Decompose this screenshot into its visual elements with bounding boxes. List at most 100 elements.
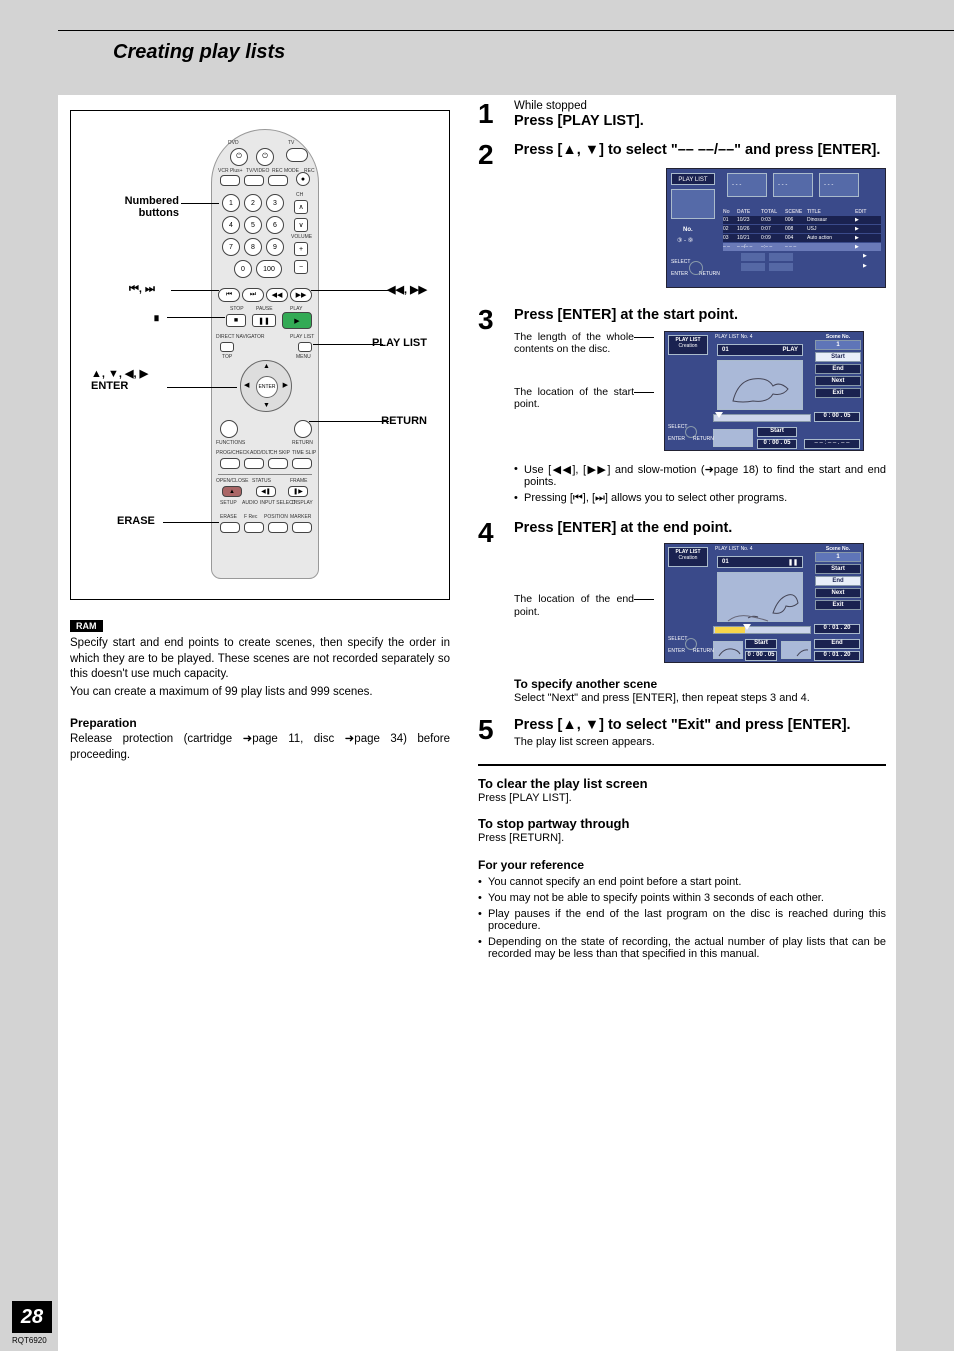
- label-tv: TV: [288, 140, 294, 146]
- ch-up: ∧: [294, 200, 308, 214]
- num-100: 100: [256, 260, 282, 278]
- label-stop: STOP: [230, 306, 244, 312]
- tvvideo-btn: [244, 175, 264, 186]
- step4-annot: The location of the end point.: [514, 593, 634, 618]
- label-frec: F Rec: [244, 514, 257, 520]
- callout-stop: ∎: [153, 311, 160, 324]
- step-4: 4 Press [ENTER] at the end point. The lo…: [478, 519, 886, 707]
- vol-down: −: [294, 260, 308, 274]
- step3-annot1: The length of the whole contents on the …: [514, 331, 634, 356]
- step-5-sub: The play list screen appears.: [514, 735, 886, 750]
- step-2: 2 Press [▲, ▼] to select "–– ––/––" and …: [478, 141, 886, 296]
- right-column: 1 While stopped Press [PLAY LIST]. 2 Pre…: [468, 95, 896, 1351]
- step-1-num: 1: [478, 100, 514, 131]
- step-3-bold: Press [ENTER] at the start point.: [514, 306, 886, 325]
- ch-down: ∨: [294, 218, 308, 232]
- callout-numbered: Numbered buttons: [109, 195, 179, 219]
- skip-prev-icon: ⏮: [218, 288, 240, 302]
- pause-btn: ❚❚: [252, 314, 276, 327]
- ref-item: Depending on the state of recording, the…: [478, 936, 886, 960]
- callout-playlist: PLAY LIST: [372, 337, 427, 349]
- step4-sub-heading: To specify another scene: [514, 677, 886, 691]
- label-pl: PLAY LIST: [290, 334, 314, 340]
- num-2: 2: [244, 194, 262, 212]
- ff-icon: ▶▶: [290, 288, 312, 302]
- play-btn: ▶: [282, 312, 312, 329]
- step-5-num: 5: [478, 716, 514, 750]
- osd1-row: 0210/260:07008USJ▶: [723, 225, 881, 233]
- recmode-btn: [268, 175, 288, 186]
- label-pos: POSITION: [264, 514, 288, 520]
- osd-step4: PLAY LIST Creation PLAY LIST No. 4 01 ❚❚: [664, 543, 864, 663]
- step3-notes: Use [◀◀], [▶▶] and slow-motion (➜page 18…: [514, 463, 886, 505]
- osd3-right-panel: Scene No. 1 Start End Next Exit: [815, 334, 861, 400]
- skip-next-icon: ⏭: [242, 288, 264, 302]
- timeslip-btn: [292, 458, 312, 469]
- marker-btn: [292, 522, 312, 533]
- osd1-circled: ③ - ⑨: [677, 237, 693, 244]
- frec-btn: [244, 522, 264, 533]
- num-5: 5: [244, 216, 262, 234]
- functions-btn: [220, 420, 238, 438]
- erase-btn: [220, 522, 240, 533]
- osd1-no: No.: [683, 227, 693, 233]
- label-erase: ERASE: [220, 514, 237, 520]
- label-vcrplus: VCR Plus+: [218, 168, 243, 174]
- label-timeslip: TIME SLIP: [292, 450, 316, 456]
- step3-note1: Use [◀◀], [▶▶] and slow-motion (➜page 18…: [514, 463, 886, 488]
- vcrplus-btn: [220, 175, 240, 186]
- num-8: 8: [244, 238, 262, 256]
- step-3: 3 Press [ENTER] at the start point. The …: [478, 306, 886, 509]
- pl-btn: [298, 342, 312, 352]
- osd3-title-box: PLAY LIST Creation: [668, 335, 708, 355]
- frame-btn: ❚▶: [288, 486, 308, 497]
- remote-diagram: ⏻ ⏻ DVD TV VCR Plus+ TV/VIDEO REC MODE R…: [70, 110, 450, 600]
- label-display: DISPLAY: [292, 500, 313, 506]
- label-status: STATUS: [252, 478, 271, 484]
- label-marker: MARKER: [290, 514, 311, 520]
- osd1-return: RETURN: [699, 271, 720, 277]
- ref-item: You cannot specify an end point before a…: [478, 876, 886, 888]
- ref-item: Play pauses if the end of the last progr…: [478, 908, 886, 932]
- rew-icon: ◀◀: [266, 288, 288, 302]
- pos-btn: [268, 522, 288, 533]
- ref-item: You may not be able to specify points wi…: [478, 892, 886, 904]
- osd1-row: 0110/230:03006Dinosaur▶: [723, 216, 881, 224]
- rec-btn: ●: [296, 172, 310, 186]
- label-top: TOP: [222, 354, 232, 360]
- step-1-bold: Press [PLAY LIST].: [514, 112, 886, 131]
- callout-erase: ERASE: [117, 515, 155, 527]
- step-5-bold: Press [▲, ▼] to select "Exit" and press …: [514, 716, 886, 735]
- osd1-row: 0310/210:09004Auto action▶: [723, 234, 881, 242]
- step-1-lead: While stopped: [514, 100, 886, 112]
- step-2-num: 2: [478, 141, 514, 296]
- stop-btn: ■: [226, 314, 246, 327]
- clear-heading: To clear the play list screen: [478, 776, 886, 791]
- return-btn: [294, 420, 312, 438]
- intro-p1: Specify start and end points to create s…: [70, 636, 450, 683]
- label-func: FUNCTIONS: [216, 440, 245, 446]
- label-recmode: REC MODE: [272, 168, 299, 174]
- stop-text: Press [RETURN].: [478, 831, 886, 846]
- num-6: 6: [266, 216, 284, 234]
- osd1-select: SELECT: [671, 259, 690, 265]
- clear-text: Press [PLAY LIST].: [478, 791, 886, 806]
- callout-ff: ◀◀, ▶▶: [387, 283, 427, 296]
- osd-playlist: PLAY LIST - - - - - - - - - No DATE TOTA…: [666, 168, 886, 288]
- osd1-enter: ENTER: [671, 271, 688, 277]
- num-0: 0: [234, 260, 252, 278]
- chskip-btn: [268, 458, 288, 469]
- label-input: INPUT SELECT: [260, 500, 296, 506]
- page-number: 28: [12, 1301, 52, 1333]
- prog-btn: [220, 458, 240, 469]
- content-area: ⏻ ⏻ DVD TV VCR Plus+ TV/VIDEO REC MODE R…: [58, 95, 896, 1351]
- label-pause: PAUSE: [256, 306, 273, 312]
- ram-badge: RAM: [70, 620, 103, 632]
- divider: [478, 764, 886, 766]
- remote-body: ⏻ ⏻ DVD TV VCR Plus+ TV/VIDEO REC MODE R…: [211, 129, 319, 579]
- intro-p2: You can create a maximum of 99 play list…: [70, 685, 450, 701]
- title-bar: Creating play lists: [58, 30, 954, 74]
- label-dn: DIRECT NAVIGATOR: [216, 334, 265, 340]
- label-audio: AUDIO: [242, 500, 258, 506]
- ref-heading: For your reference: [478, 858, 886, 872]
